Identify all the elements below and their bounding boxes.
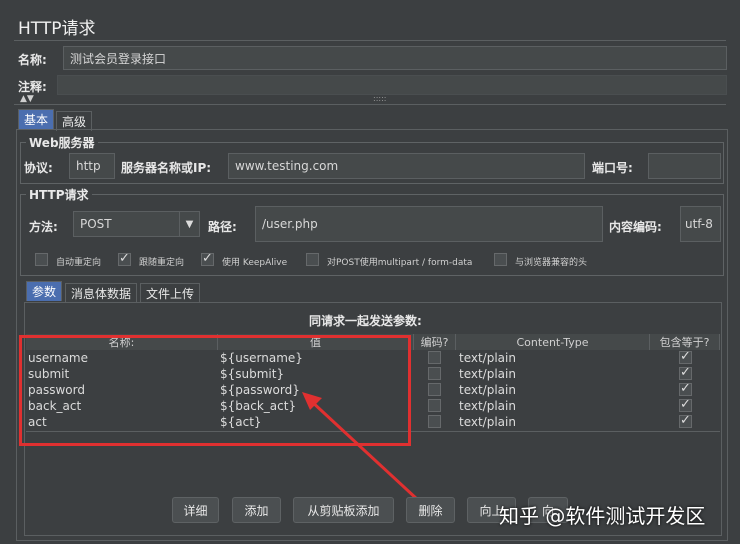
watermark-text: 知乎 @软件测试开发区 xyxy=(499,504,706,528)
delete-button[interactable]: 删除 xyxy=(406,497,455,523)
detail-button[interactable]: 详细 xyxy=(172,497,219,523)
add-from-clipboard-button[interactable]: 从剪贴板添加 xyxy=(293,497,394,523)
annotation-arrow-icon xyxy=(302,392,420,502)
add-button[interactable]: 添加 xyxy=(232,497,281,523)
